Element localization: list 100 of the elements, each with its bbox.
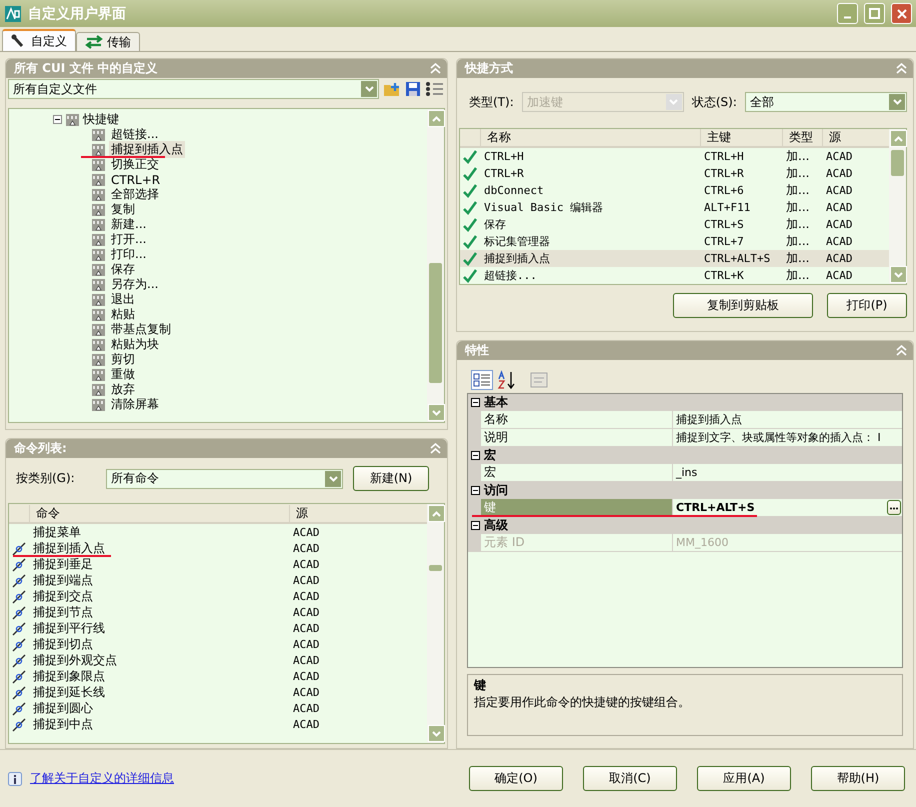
shortcut-row[interactable]: CTRL+H CTRL+H 加... ACAD: [460, 148, 889, 165]
status-label: 状态(S):: [692, 94, 737, 110]
browse-button[interactable]: [887, 500, 901, 515]
close-button[interactable]: [891, 3, 912, 24]
command-row[interactable]: 捕捉到平行线 ACAD: [9, 620, 427, 636]
save-icon[interactable]: [405, 81, 421, 97]
property-group[interactable]: 宏: [468, 447, 902, 464]
command-row[interactable]: 捕捉到中点 ACAD: [9, 716, 427, 732]
shortcut-row[interactable]: CTRL+R CTRL+R 加... ACAD: [460, 165, 889, 182]
status-select[interactable]: 全部: [744, 92, 907, 112]
maximize-button[interactable]: [864, 3, 885, 24]
apply-button[interactable]: 应用(A): [697, 766, 791, 791]
snap-icon: [11, 638, 27, 652]
tree-item[interactable]: 切换正交: [109, 156, 161, 173]
dropdown-button[interactable]: [361, 81, 377, 97]
scroll-down-icon[interactable]: [894, 272, 903, 278]
tree-item[interactable]: 打印...: [109, 246, 148, 263]
scroll-up-icon[interactable]: [894, 136, 903, 142]
tab[interactable]: 传输: [76, 32, 140, 51]
minimize-button[interactable]: [837, 3, 858, 24]
scroll-thumb[interactable]: [429, 263, 442, 383]
properties-icon[interactable]: [425, 81, 445, 97]
scroll-thumb[interactable]: [429, 565, 442, 571]
help-link[interactable]: 了解关于自定义的详细信息: [30, 770, 174, 787]
tree-item[interactable]: 保存: [109, 261, 137, 278]
shortcut-row[interactable]: dbConnect CTRL+6 加... ACAD: [460, 182, 889, 199]
shortcut-row[interactable]: 捕捉到插入点 CTRL+ALT+S 加... ACAD: [460, 250, 889, 267]
property-value[interactable]: _ins: [673, 464, 698, 481]
shortcut-row[interactable]: 保存 CTRL+S 加... ACAD: [460, 216, 889, 233]
shortcut-row[interactable]: Visual Basic 编辑器 ALT+F11 加... ACAD: [460, 199, 889, 216]
cancel-button[interactable]: 取消(C): [583, 766, 677, 791]
dropdown-button[interactable]: [325, 470, 341, 486]
category-select[interactable]: 所有命令: [106, 468, 343, 488]
ok-button[interactable]: 确定(O): [469, 766, 563, 791]
command-row[interactable]: 捕捉到垂足 ACAD: [9, 556, 427, 572]
tree-item[interactable]: 重做: [109, 366, 137, 383]
open-folder-icon[interactable]: [383, 81, 401, 97]
command-row[interactable]: 捕捉到外观交点 ACAD: [9, 652, 427, 668]
scroll-down-icon[interactable]: [432, 730, 441, 736]
tree-item[interactable]: 超链接...: [109, 126, 160, 143]
collapse-icon[interactable]: [471, 486, 480, 495]
categorized-icon[interactable]: [471, 370, 493, 390]
tree-item[interactable]: 粘贴为块: [109, 336, 161, 353]
tree-item[interactable]: CTRL+R: [109, 172, 162, 186]
tree-item[interactable]: 粘贴: [109, 306, 137, 323]
command-row[interactable]: 捕捉菜单 ACAD: [9, 524, 427, 540]
tree-item[interactable]: 另存为...: [109, 276, 160, 293]
tab[interactable]: 自定义: [2, 29, 76, 51]
command-row[interactable]: 捕捉到插入点 ACAD: [9, 540, 427, 556]
file-select[interactable]: 所有自定义文件: [8, 79, 379, 99]
tree-item[interactable]: 清除屏幕: [109, 396, 161, 413]
command-row[interactable]: 捕捉到交点 ACAD: [9, 588, 427, 604]
column-header[interactable]: 主键: [700, 129, 782, 146]
copy-button[interactable]: 复制到剪贴板: [673, 293, 813, 318]
print-button[interactable]: 打印(P): [827, 293, 907, 318]
property-name[interactable]: 名称: [481, 411, 673, 428]
tree-item[interactable]: 剪切: [109, 351, 137, 368]
new-button[interactable]: 新建(N): [353, 466, 429, 491]
property-group[interactable]: 高级: [468, 517, 902, 534]
scrollbar[interactable]: [427, 109, 444, 422]
property-group[interactable]: 访问: [468, 482, 902, 499]
tree-item[interactable]: 新建...: [109, 216, 148, 233]
property-value[interactable]: CTRL+ALT+S: [673, 499, 755, 516]
command-row[interactable]: 捕捉到圆心 ACAD: [9, 700, 427, 716]
tree-item[interactable]: 退出: [109, 291, 137, 308]
property-value[interactable]: 捕捉到文字、块或属性等对象的插入点： I: [673, 429, 881, 446]
property-value[interactable]: 捕捉到插入点: [673, 411, 742, 428]
command-row[interactable]: 捕捉到象限点 ACAD: [9, 668, 427, 684]
tree-item[interactable]: 复制: [109, 201, 137, 218]
shortcut-row[interactable]: 超链接... CTRL+K 加... ACAD: [460, 267, 889, 284]
tree-item[interactable]: 带基点复制: [109, 321, 173, 338]
command-row[interactable]: 捕捉到切点 ACAD: [9, 636, 427, 652]
collapse-icon[interactable]: [53, 115, 62, 124]
help-button[interactable]: 帮助(H): [811, 766, 905, 791]
shortcut-row[interactable]: 标记集管理器 CTRL+7 加... ACAD: [460, 233, 889, 250]
shortcut-name: Visual Basic 编辑器: [483, 200, 604, 215]
scroll-down-icon[interactable]: [432, 410, 441, 416]
column-header[interactable]: 类型: [782, 129, 822, 146]
column-header[interactable]: 命令: [29, 504, 289, 522]
scrollbar[interactable]: [427, 504, 444, 743]
tree-item[interactable]: 全部选择: [109, 186, 161, 203]
collapse-icon[interactable]: [471, 521, 480, 530]
command-row[interactable]: 捕捉到节点 ACAD: [9, 604, 427, 620]
tree-item[interactable]: 打开...: [109, 231, 148, 248]
dropdown-button[interactable]: [889, 94, 905, 110]
column-header[interactable]: 名称: [480, 129, 700, 146]
scrollbar[interactable]: [889, 129, 906, 284]
command-row[interactable]: 捕捉到端点 ACAD: [9, 572, 427, 588]
command-row[interactable]: 捕捉到延长线 ACAD: [9, 684, 427, 700]
scroll-up-icon[interactable]: [432, 510, 441, 516]
tree-item[interactable]: 捕捉到插入点: [109, 141, 185, 158]
property-group[interactable]: 基本: [468, 394, 902, 411]
scroll-up-icon[interactable]: [432, 116, 441, 122]
tree-item[interactable]: 快捷键: [83, 111, 119, 128]
collapse-icon[interactable]: [471, 398, 480, 407]
property-name[interactable]: 说明: [481, 429, 673, 446]
property-name[interactable]: 宏: [481, 464, 673, 481]
tree-item[interactable]: 放弃: [109, 381, 137, 398]
scroll-thumb[interactable]: [891, 150, 904, 176]
collapse-icon[interactable]: [471, 451, 480, 460]
